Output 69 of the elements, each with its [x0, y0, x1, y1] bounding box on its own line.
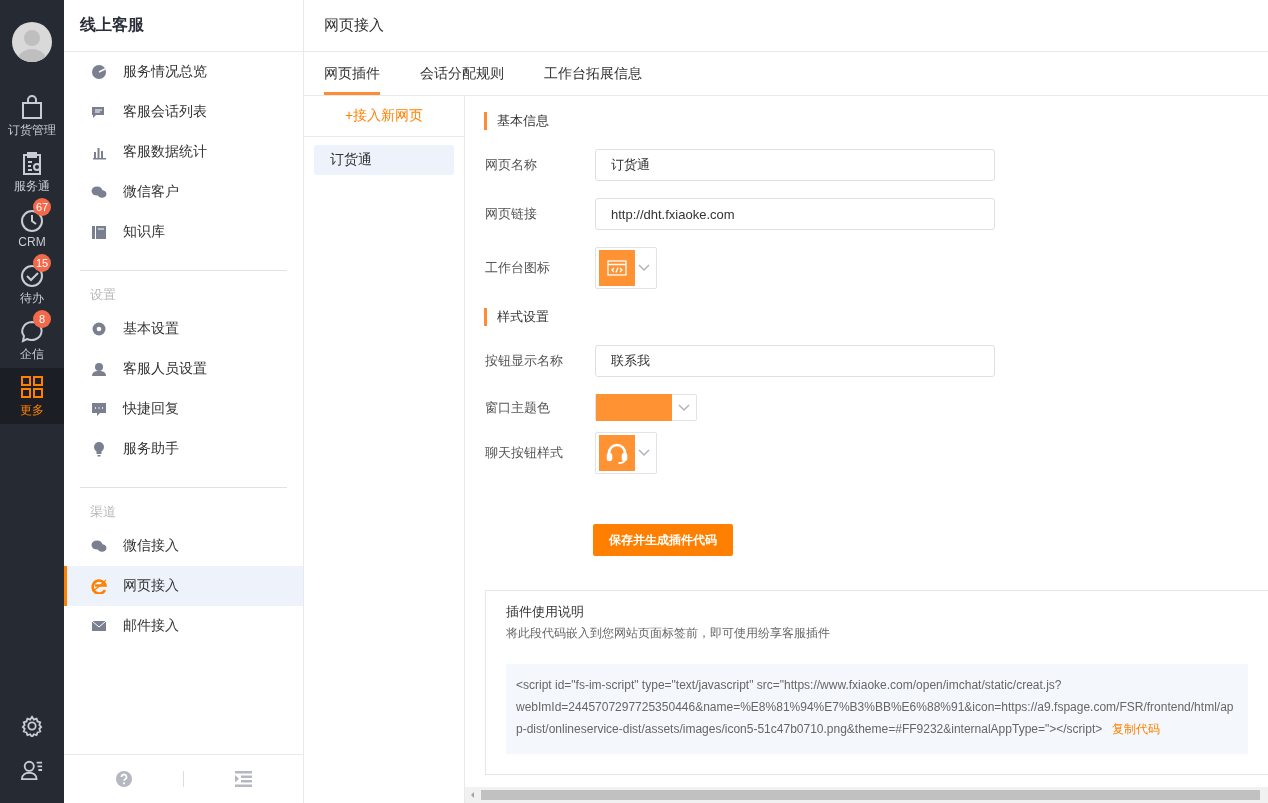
bag-icon: [19, 93, 45, 120]
browser-logo-icon: [91, 578, 107, 594]
code-window-icon: [607, 260, 627, 276]
field-label: 按钮显示名称: [485, 352, 564, 370]
tab[interactable]: 工作台拓展信息: [544, 52, 642, 95]
book-icon: [91, 224, 107, 240]
sidebar-item[interactable]: 网页接入: [64, 566, 303, 606]
code-snippet: <script id="fs-im-script" type="text/javascript" src="https://www.fxiaoke.com/open/imchat/static/creat.js?webImId=2445707297725350446&name=%E8%81%94%E7%B3%BB%E6%88%91&icon=https://a9.fspage.com/FSR/frontend/html/app-dist/onlineservice-dist/assets/images/icon5-51c47b0710.png&theme=#FF9232&internalAppType="></script> 复制代码: [506, 664, 1248, 754]
person-icon: [91, 361, 107, 377]
sidebar-item[interactable]: 客服数据统计: [64, 132, 303, 172]
sidebar-item[interactable]: 微信客户: [64, 172, 303, 212]
group-heading: 设置: [89, 286, 117, 304]
user-list-icon[interactable]: [21, 759, 43, 781]
sidebar-item[interactable]: 客服会话列表: [64, 92, 303, 132]
envelope-icon: [91, 618, 107, 634]
card-description: 将此段代码嵌入到您网站页面标签前，即可使用纷享客服插件: [506, 625, 831, 642]
section-title: 线上客服: [64, 0, 303, 52]
nav-item[interactable]: 更多: [0, 368, 64, 424]
avatar[interactable]: [12, 22, 52, 62]
nav-item[interactable]: 订货管理: [0, 88, 64, 144]
nav-item[interactable]: CRM 67: [0, 200, 64, 256]
chat-icon: [91, 104, 107, 120]
sidebar-item[interactable]: 快捷回复: [64, 389, 303, 429]
sidebar-item[interactable]: 知识库: [64, 212, 303, 252]
grid-icon: [19, 373, 45, 400]
field-label: 工作台图标: [485, 259, 551, 277]
text-field[interactable]: 订货通: [595, 149, 995, 181]
tab[interactable]: 会话分配规则: [420, 52, 504, 95]
tab[interactable]: 网页插件: [324, 52, 380, 95]
help-icon[interactable]: [115, 771, 132, 787]
text-field[interactable]: 联系我: [595, 345, 995, 377]
icon-picker[interactable]: [595, 432, 657, 474]
caret-icon: [678, 403, 690, 412]
nav-item[interactable]: 待办 15: [0, 256, 64, 312]
nav-item[interactable]: 企信 8: [0, 312, 64, 368]
sidebar-item[interactable]: 客服人员设置: [64, 349, 303, 389]
lightbulb-icon: [91, 441, 107, 457]
settings-icon[interactable]: [21, 715, 43, 737]
count-badge: 67: [33, 198, 51, 216]
page-title: 网页接入: [304, 0, 1268, 52]
message-icon: [91, 401, 107, 417]
chat-bubbles-icon: [91, 538, 107, 554]
section-heading: 样式设置: [484, 308, 1268, 326]
pie-chart-icon: [91, 64, 107, 80]
collapse-icon[interactable]: [235, 771, 252, 787]
chat-bubbles-icon: [91, 184, 107, 200]
icon-picker[interactable]: [595, 247, 657, 289]
section-heading: 基本信息: [484, 112, 1268, 130]
count-badge: 8: [33, 310, 51, 328]
horizontal-scrollbar[interactable]: [465, 787, 1268, 803]
field-label: 网页名称: [485, 156, 538, 174]
sidebar-item[interactable]: 服务情况总览: [64, 52, 303, 92]
field-label: 聊天按钮样式: [485, 444, 564, 462]
field-label: 网页链接: [485, 205, 538, 223]
group-heading: 渠道: [89, 503, 117, 521]
page-list-item[interactable]: 订货通: [314, 145, 454, 175]
sidebar-item[interactable]: 微信接入: [64, 526, 303, 566]
card-title: 插件使用说明: [506, 603, 585, 621]
field-label: 窗口主题色: [485, 398, 551, 417]
sidebar-item[interactable]: 基本设置: [64, 309, 303, 349]
caret-icon: [638, 449, 650, 457]
caret-icon: [638, 264, 650, 272]
color-picker[interactable]: [595, 394, 697, 421]
headset-icon: [605, 441, 629, 465]
sidebar-item[interactable]: 邮件接入: [64, 606, 303, 646]
nav-item[interactable]: 服务通: [0, 144, 64, 200]
text-field[interactable]: http://dht.fxiaoke.com: [595, 198, 995, 230]
count-badge: 15: [33, 254, 51, 272]
sidebar-item[interactable]: 服务助手: [64, 429, 303, 469]
